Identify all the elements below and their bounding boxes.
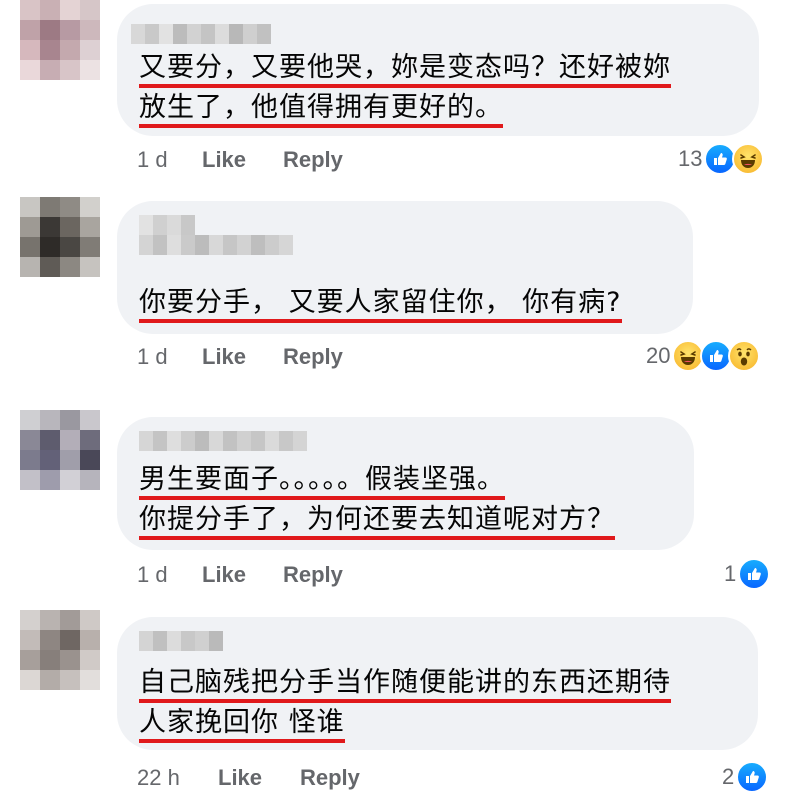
- reactions-summary[interactable]: 20: [646, 339, 761, 373]
- reactions-summary[interactable]: 2: [722, 760, 769, 794]
- blurred-author-name: [131, 24, 271, 44]
- avatar[interactable]: [20, 0, 100, 80]
- haha-icon: [732, 143, 765, 175]
- reactions-summary[interactable]: 1: [724, 557, 771, 591]
- comment-text-line: 你提分手了，为何还要去知道呢对方？: [139, 502, 615, 540]
- comment-timestamp: 1 d: [137, 147, 168, 172]
- avatar[interactable]: [20, 610, 100, 690]
- reply-button[interactable]: Reply: [283, 344, 343, 370]
- wow-icon: [728, 340, 761, 372]
- comment-timestamp: 22 h: [137, 765, 180, 790]
- like-icon: [738, 558, 771, 590]
- like-icon: [736, 761, 769, 793]
- reply-button[interactable]: Reply: [300, 765, 360, 791]
- blurred-author-name: [139, 431, 307, 451]
- comment-timestamp: 1 d: [137, 562, 168, 587]
- blurred-author-name: [139, 631, 223, 651]
- like-button[interactable]: Like: [202, 344, 246, 370]
- blurred-author-name: [139, 215, 195, 235]
- comment-text-line: 你要分手， 又要人家留住你， 你有病?: [139, 285, 622, 323]
- like-button[interactable]: Like: [202, 562, 246, 588]
- reaction-count: 2: [722, 764, 735, 789]
- comment-text-line: 男生要面子。。。。。假装坚强。: [139, 462, 505, 500]
- like-button[interactable]: Like: [202, 147, 246, 173]
- reaction-count: 20: [646, 343, 671, 368]
- reaction-count: 13: [678, 146, 703, 171]
- reactions-summary[interactable]: 13: [678, 142, 765, 176]
- reply-button[interactable]: Reply: [283, 147, 343, 173]
- blurred-author-name: [139, 235, 293, 255]
- comment-text-line: 自己脑残把分手当作随便能讲的东西还期待: [139, 665, 671, 703]
- comment-text-line: 放生了，他值得拥有更好的。: [139, 90, 503, 128]
- comment-text-line: 人家挽回你 怪谁: [139, 705, 345, 743]
- comment-timestamp: 1 d: [137, 344, 168, 369]
- like-button[interactable]: Like: [218, 765, 262, 791]
- avatar[interactable]: [20, 410, 100, 490]
- reply-button[interactable]: Reply: [283, 562, 343, 588]
- comment-text-line: 又要分，又要他哭，妳是变态吗？还好被妳: [139, 50, 671, 88]
- reaction-count: 1: [724, 561, 737, 586]
- avatar[interactable]: [20, 197, 100, 277]
